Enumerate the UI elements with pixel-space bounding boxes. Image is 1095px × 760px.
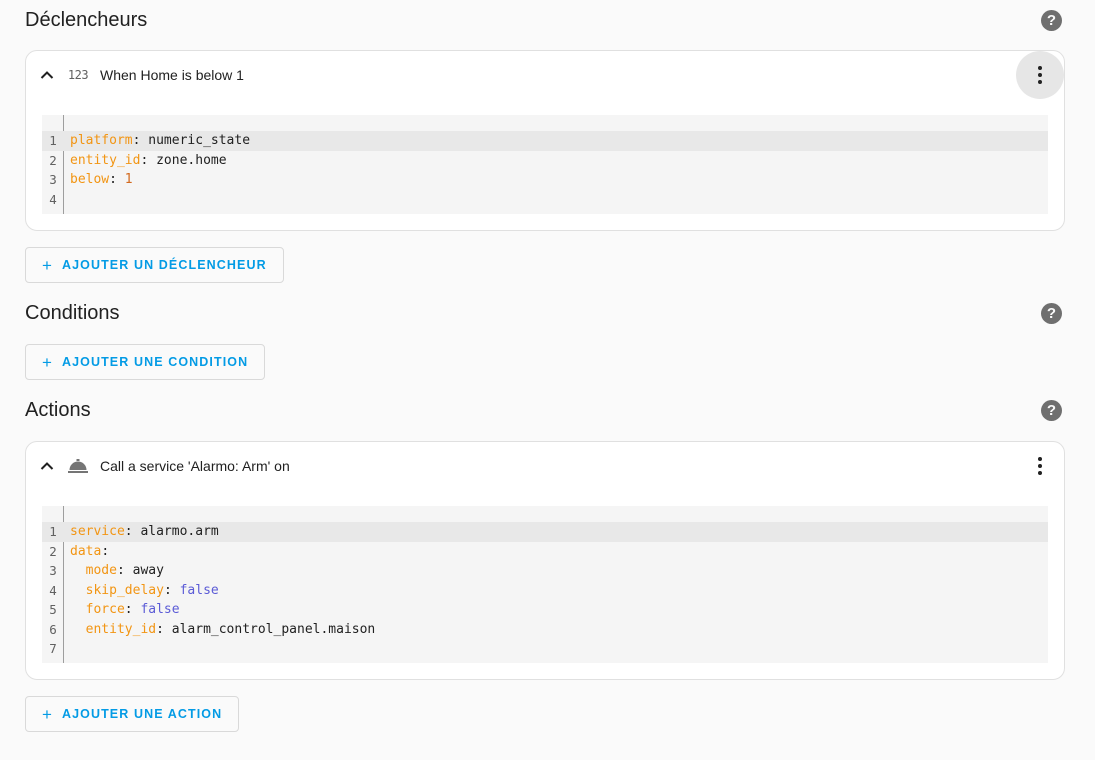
add-condition-button[interactable]: + AJOUTER UNE CONDITION <box>25 344 266 380</box>
yaml-value: away <box>132 563 164 578</box>
help-icon[interactable]: ? <box>1041 302 1062 324</box>
code-line[interactable]: 3 mode: away <box>42 561 1048 581</box>
yaml-value: numeric_state <box>148 133 251 148</box>
actions-header: Actions ? <box>25 395 1065 425</box>
trigger-card: 123 When Home is below 1 1 platform: nume… <box>25 50 1065 231</box>
yaml-value: false <box>140 602 180 617</box>
action-card-title: Call a service 'Alarmo: Arm' on <box>100 458 290 474</box>
yaml-key: skip_delay <box>85 582 164 598</box>
line-number: 6 <box>49 621 57 637</box>
code-line[interactable]: 3 below: 1 <box>42 170 1048 190</box>
trigger-yaml-editor[interactable]: 1 platform: numeric_state 2 entity_id: zone… <box>42 115 1048 214</box>
dots-vertical-icon <box>1038 457 1042 475</box>
action-yaml-editor[interactable]: 1 service: alarmo.arm 2 data: 3 mode: away 4 … <box>42 506 1048 663</box>
conditions-title: Conditions <box>25 301 120 324</box>
yaml-value: zone.home <box>156 152 227 168</box>
code-text: force: false <box>85 602 180 617</box>
code-line[interactable]: 4 <box>42 190 1048 210</box>
yaml-key: service <box>70 524 125 539</box>
automation-editor: Déclencheurs ? 123 When Home is below 1 … <box>0 0 1095 760</box>
plus-icon: + <box>42 255 52 275</box>
code-line[interactable]: 5 force: false <box>42 600 1048 620</box>
code-line[interactable]: 1 platform: numeric_state <box>42 131 1048 151</box>
line-number: 4 <box>49 191 57 207</box>
yaml-key: force <box>85 602 125 617</box>
add-action-label: AJOUTER UNE ACTION <box>61 707 223 721</box>
code-text: entity_id: zone.home <box>70 152 227 168</box>
yaml-key: entity_id <box>70 152 141 168</box>
add-action-button[interactable]: + AJOUTER UNE ACTION <box>25 696 240 732</box>
add-trigger-label: AJOUTER UN DÉCLENCHEUR <box>61 258 267 272</box>
line-number: 3 <box>49 563 57 578</box>
line-number: 4 <box>49 582 57 598</box>
yaml-key: platform <box>70 133 133 148</box>
code-line[interactable]: 2 data: <box>42 542 1048 562</box>
actions-title: Actions <box>25 398 91 421</box>
code-text: entity_id: alarm_control_panel.maison <box>85 621 376 637</box>
plus-icon: + <box>42 704 52 724</box>
triggers-header: Déclencheurs ? <box>25 5 1065 35</box>
trigger-menu-button[interactable] <box>1016 51 1064 99</box>
room-service-icon <box>66 454 90 478</box>
action-card: Call a service 'Alarmo: Arm' on 1 service… <box>25 441 1065 680</box>
code-lines: 1 platform: numeric_state 2 entity_id: zone… <box>42 131 1048 209</box>
chevron-up-icon[interactable] <box>40 459 54 473</box>
line-number: 2 <box>49 152 57 168</box>
code-lines: 1 service: alarmo.arm 2 data: 3 mode: away 4 … <box>42 522 1048 659</box>
yaml-key: below <box>70 172 110 187</box>
help-icon[interactable]: ? <box>1041 399 1062 421</box>
add-trigger-button[interactable]: + AJOUTER UN DÉCLENCHEUR <box>25 247 284 283</box>
chevron-up-icon[interactable] <box>40 68 54 82</box>
dots-vertical-icon <box>1038 66 1042 84</box>
conditions-header: Conditions ? <box>25 298 1065 328</box>
code-text: skip_delay: false <box>85 582 219 598</box>
line-number: 7 <box>49 641 57 656</box>
yaml-value: false <box>179 582 219 598</box>
yaml-value: alarm_control_panel.maison <box>171 621 376 637</box>
yaml-key: data <box>70 543 102 559</box>
code-text: service: alarmo.arm <box>70 524 219 539</box>
code-line[interactable]: 6 entity_id: alarm_control_panel.maison <box>42 620 1048 640</box>
line-number: 1 <box>49 133 57 148</box>
code-text: mode: away <box>85 563 164 578</box>
trigger-card-title: When Home is below 1 <box>100 67 244 83</box>
plus-icon: + <box>42 352 52 372</box>
code-text: platform: numeric_state <box>70 133 251 148</box>
yaml-value: 1 <box>124 172 133 187</box>
code-text: below: 1 <box>70 172 133 187</box>
action-menu-button[interactable] <box>1016 442 1064 490</box>
yaml-value: alarmo.arm <box>140 524 219 539</box>
line-number: 3 <box>49 172 57 187</box>
line-number: 5 <box>49 602 57 617</box>
code-line[interactable]: 1 service: alarmo.arm <box>42 522 1048 542</box>
add-condition-label: AJOUTER UNE CONDITION <box>61 355 249 369</box>
code-line[interactable]: 2 entity_id: zone.home <box>42 151 1048 171</box>
line-number: 2 <box>49 543 57 559</box>
triggers-title: Déclencheurs <box>25 8 148 31</box>
yaml-key: mode <box>85 563 117 578</box>
code-line[interactable]: 7 <box>42 639 1048 659</box>
action-card-header[interactable]: Call a service 'Alarmo: Arm' on <box>26 442 1064 490</box>
help-icon[interactable]: ? <box>1041 9 1062 31</box>
yaml-key: entity_id <box>85 621 157 637</box>
code-line[interactable]: 4 skip_delay: false <box>42 581 1048 601</box>
line-number: 1 <box>49 524 57 539</box>
code-text: data: <box>70 543 110 559</box>
numeric-icon: 123 <box>67 68 89 82</box>
trigger-card-header[interactable]: 123 When Home is below 1 <box>26 51 1064 99</box>
